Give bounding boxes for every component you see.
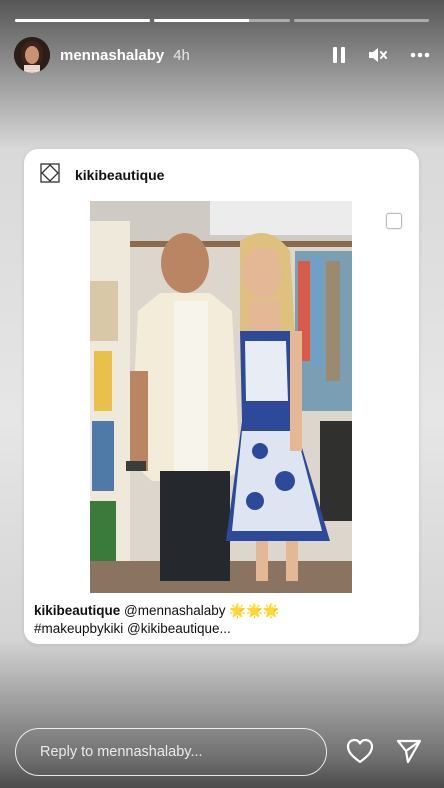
- caption-handle[interactable]: kikibeautique: [34, 603, 120, 618]
- brand-logo-icon: [40, 162, 60, 188]
- post-header: kikibeautique: [40, 162, 164, 188]
- caption-line2: #makeupbykiki @kikibeautique...: [34, 621, 231, 636]
- story-segment: [15, 19, 151, 22]
- avatar[interactable]: [14, 37, 50, 73]
- pause-icon[interactable]: [332, 46, 346, 64]
- post-time: 4h: [173, 46, 190, 64]
- story-segment: [154, 19, 290, 22]
- photo-square-icon: [386, 213, 402, 229]
- shared-post-card[interactable]: kikibeautique kikibeautique @mennashalab…: [24, 149, 419, 644]
- post-account-name[interactable]: kikibeautique: [75, 167, 164, 183]
- post-caption: kikibeautique @mennashalaby 🌟🌟🌟 #makeupb…: [34, 602, 409, 638]
- send-icon[interactable]: [396, 738, 422, 769]
- more-icon[interactable]: [410, 52, 430, 58]
- post-photo: [90, 201, 352, 593]
- reply-input[interactable]: [38, 743, 312, 761]
- mute-icon[interactable]: [368, 46, 388, 64]
- story-header: mennashalaby 4h: [14, 36, 430, 74]
- caption-text: @mennashalaby 🌟🌟🌟: [120, 603, 280, 618]
- story-progress: [15, 19, 429, 22]
- story-segment: [293, 19, 429, 22]
- username[interactable]: mennashalaby: [60, 47, 164, 64]
- heart-icon[interactable]: [346, 738, 374, 769]
- reply-field[interactable]: [15, 728, 327, 776]
